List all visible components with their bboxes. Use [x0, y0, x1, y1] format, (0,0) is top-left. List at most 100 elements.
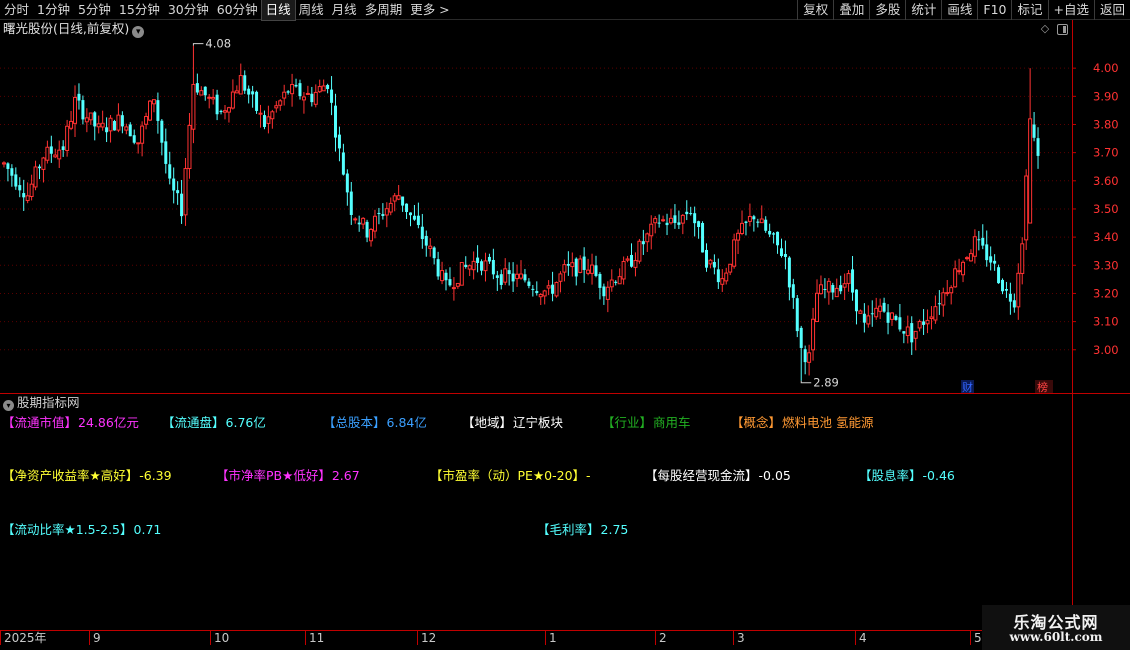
candle: [562, 259, 567, 282]
candle-body: [1, 162, 6, 165]
candle-body: [326, 84, 330, 90]
candle: [578, 255, 583, 274]
candle-body: [752, 216, 756, 220]
metric-value: 6.84亿: [386, 415, 427, 430]
candle-body: [689, 213, 693, 215]
candle: [704, 243, 708, 272]
candle-body: [262, 115, 266, 127]
candle-body: [598, 273, 602, 288]
candle-body: [372, 215, 377, 232]
candle-body: [641, 241, 645, 245]
candle-body: [968, 253, 973, 262]
candle: [278, 99, 283, 111]
tab-period-more[interactable]: 更多 >: [406, 0, 453, 20]
candlestick-chart[interactable]: 4.00 3.90 3.80 3.70 3.60 3.50 3.40 3.30 3.20 3.10…: [0, 20, 1130, 630]
candle-body: [305, 92, 310, 95]
candle-body: [621, 261, 626, 280]
candle-body: [1036, 138, 1040, 156]
candle-body: [191, 83, 196, 130]
metric-label: 流通市值: [2, 415, 77, 430]
metric-label: 市净率PB★低好: [216, 468, 331, 483]
candle: [842, 273, 847, 300]
candle-body: [728, 263, 733, 273]
candle-body: [854, 289, 858, 312]
adjust-rights-button[interactable]: 复权: [797, 0, 833, 20]
price-tick-label: 4.00: [1093, 61, 1119, 75]
tab-period-60min[interactable]: 60分钟: [213, 0, 262, 20]
candle-body: [298, 83, 302, 97]
candle-body: [839, 285, 843, 292]
candle-body: [697, 221, 701, 228]
candle-body: [369, 228, 374, 242]
candle-body: [787, 257, 791, 288]
candle: [313, 84, 318, 108]
candle: [894, 314, 898, 321]
candle-body: [282, 91, 287, 99]
candle: [491, 248, 495, 280]
candle: [262, 110, 266, 130]
candle-body: [128, 124, 132, 137]
candle: [665, 213, 669, 236]
candle: [448, 267, 452, 287]
chevron-down-icon[interactable]: ▾: [3, 400, 14, 411]
candle: [243, 70, 247, 94]
f10-button[interactable]: F10: [977, 0, 1011, 20]
candle: [759, 205, 764, 224]
back-button[interactable]: 返回: [1093, 0, 1130, 20]
candle-body: [341, 152, 345, 175]
candle: [625, 255, 630, 263]
candle-body: [531, 288, 535, 290]
multi-stock-button[interactable]: 多股: [869, 0, 905, 20]
tab-period-30min[interactable]: 30分钟: [164, 0, 213, 20]
candle: [164, 128, 168, 174]
tab-period-intraday[interactable]: 分时: [0, 0, 33, 20]
candle-body: [519, 273, 523, 279]
candle-body: [37, 166, 41, 169]
add-watchlist-button[interactable]: +自选: [1047, 0, 1094, 20]
candle: [483, 252, 488, 282]
candle-body: [349, 191, 353, 215]
tab-period-5min[interactable]: 5分钟: [74, 0, 115, 20]
statistics-button[interactable]: 统计: [905, 0, 941, 20]
candle-body: [759, 218, 764, 224]
tab-period-daily[interactable]: 日线: [260, 0, 296, 21]
tab-period-monthly[interactable]: 月线: [328, 0, 361, 20]
draw-line-button[interactable]: 画线: [941, 0, 977, 20]
candle: [1028, 68, 1033, 224]
tab-period-weekly[interactable]: 周线: [295, 0, 328, 20]
candle: [917, 319, 922, 332]
candle-body: [858, 310, 863, 314]
candle-body: [207, 96, 212, 99]
candle-body: [826, 280, 831, 293]
candle: [590, 253, 595, 285]
tab-period-15min[interactable]: 15分钟: [115, 0, 164, 20]
candle-body: [1016, 272, 1021, 308]
overlay-button[interactable]: 叠加: [833, 0, 869, 20]
mark-button[interactable]: 标记: [1011, 0, 1047, 20]
candle: [255, 90, 259, 114]
candle: [913, 330, 918, 351]
candle-body: [286, 91, 290, 93]
candle-body: [172, 178, 176, 191]
candle: [222, 105, 227, 120]
candle: [1032, 112, 1036, 142]
metric-concept: 概念燃料电池 氢能源: [731, 415, 874, 431]
candle: [989, 246, 993, 271]
price-tick-label: 3.30: [1093, 258, 1119, 272]
indicator-header[interactable]: ▾ 股期指标网: [3, 395, 80, 411]
candle: [621, 256, 626, 285]
candle: [826, 278, 831, 305]
candle-body: [432, 247, 436, 259]
candle: [594, 255, 598, 278]
candle: [558, 271, 563, 293]
candle-body: [156, 100, 160, 121]
candle: [823, 278, 827, 299]
candle-body: [870, 313, 874, 315]
tab-period-multi[interactable]: 多周期: [361, 0, 407, 20]
tab-period-1min[interactable]: 1分钟: [33, 0, 74, 20]
candle: [961, 260, 966, 283]
candle-body: [29, 183, 34, 198]
candle: [768, 223, 772, 238]
candle: [6, 162, 10, 182]
candle: [519, 260, 523, 280]
